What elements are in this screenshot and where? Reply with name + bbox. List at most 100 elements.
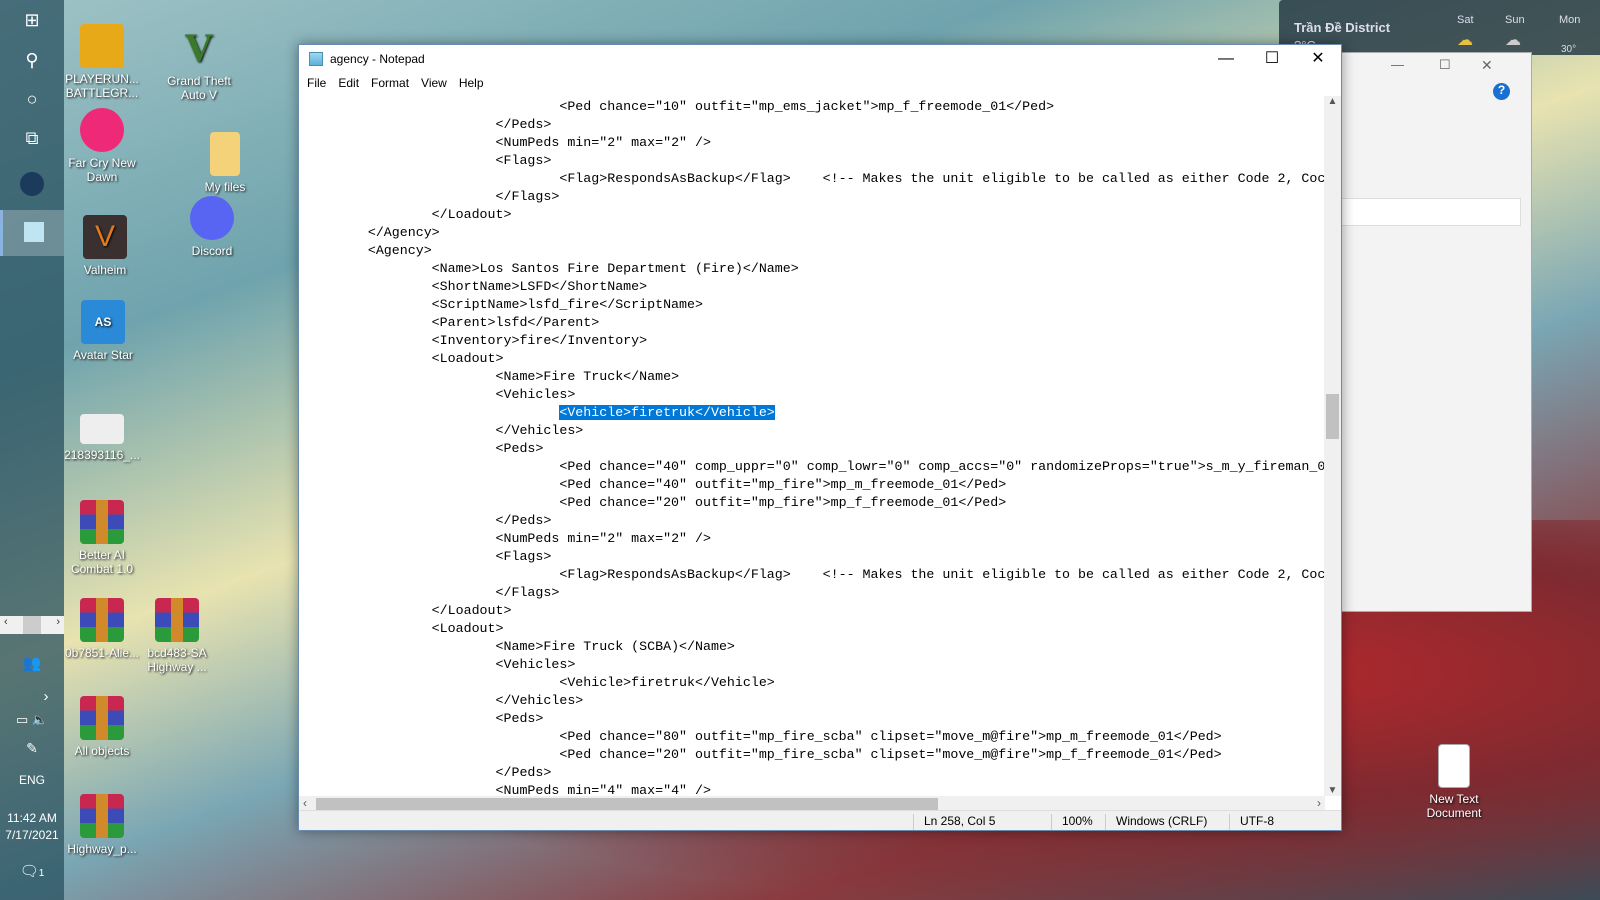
icon-label: Discord [191,244,233,258]
scroll-right-icon[interactable]: › [1317,796,1321,810]
menu-bar: File Edit Format View Help [299,73,1341,95]
pen-icon[interactable]: ✎ [0,740,64,757]
title-bar: agency - Notepad [299,45,1341,73]
code-line: </Vehicles> [304,693,584,708]
selected-text[interactable]: <Vehicle>firetruk</Vehicle> [559,405,775,420]
code-line: </Flags> [304,189,560,204]
clock-date[interactable]: 7/17/2021 [0,828,64,842]
address-field[interactable] [1331,198,1521,226]
desktop-icon-discord[interactable]: Discord [170,196,254,258]
forecast-day: Mon [1559,14,1581,26]
code-line: <Agency> [304,243,432,258]
menu-help[interactable]: Help [453,73,490,95]
desktop-icon-farcry[interactable]: Far Cry New Dawn [60,108,144,184]
code-line: <Name>Fire Truck (SCBA)</Name> [304,639,735,654]
code-line: <ScriptName>lsfd_fire</ScriptName> [304,297,703,312]
text-editor[interactable]: <Ped chance="10" outfit="mp_ems_jacket">… [299,96,1325,796]
vertical-scroll-thumb[interactable] [1326,394,1339,439]
icon-label: My files [204,180,246,194]
code-line: <Flags> [304,153,552,168]
partly-cloudy-icon: ☁ [1457,32,1473,49]
icon-label: Highway_p... [67,842,137,856]
volume-icon[interactable]: ▭ 🔈 [0,712,64,728]
code-line: </Flags> [304,585,560,600]
farcry-icon [80,108,124,152]
code-line: <NumPeds min="2" max="2" /> [304,135,711,150]
help-icon[interactable]: ? [1493,83,1510,100]
background-window[interactable]: — ☐ ✕ ? [1330,52,1532,612]
desktop-icon-0b7851[interactable]: 0b7851-Alie... [60,598,144,660]
steam-icon[interactable] [0,172,64,201]
close-button[interactable]: ✕ [1295,45,1341,73]
desktop-icon-new-text-document[interactable]: New Text Document [1412,744,1496,820]
code-line: <Ped chance="40" comp_uppr="0" comp_lowr… [304,459,1325,474]
windows-start-icon[interactable]: ⊞ [0,10,64,31]
scroll-down-icon[interactable]: ▼ [1324,785,1341,796]
notepad-icon [309,52,323,66]
desktop-icon-gta5[interactable]: V Grand Theft Auto V [157,26,241,103]
maximize-button[interactable]: ☐ [1249,45,1295,73]
icon-label: New Text Document [1426,792,1482,820]
people-icon[interactable]: 👥 [0,654,64,672]
icon-label: Better AI Combat 1.0 [70,548,134,576]
code-line: <Ped chance="80" outfit="mp_fire_scba" c… [304,729,1222,744]
cortana-icon[interactable]: ○ [0,89,64,110]
window-title: agency - Notepad [330,52,425,66]
icon-label: Grand Theft Auto V [167,74,231,102]
code-line: <NumPeds min="2" max="2" /> [304,531,711,546]
pubg-icon [80,24,124,68]
notifications-icon[interactable]: 🗨1 [0,862,64,880]
task-view-icon[interactable]: ⧉ [0,128,64,149]
desktop-icon-avatar-star[interactable]: AS Avatar Star [61,300,145,362]
code-line: <Peds> [304,711,544,726]
winrar-icon [80,598,124,642]
code-line: <Vehicles> [304,387,576,402]
icon-label: All objects [74,744,130,758]
desktop-icon-pubg[interactable]: PLAYERUN... BATTLEGR... [60,24,144,100]
desktop-icon-bcd483[interactable]: bcd483-SA Highway ... [135,598,219,674]
desktop-icon-screenshot[interactable]: 218393116_... [60,414,144,462]
avatar-star-icon: AS [81,300,125,344]
search-icon[interactable]: ⚲ [0,50,64,71]
desktop-icon-highway[interactable]: Highway_p... [60,794,144,856]
taskbar-scrollbar[interactable]: ‹ › [0,616,64,634]
menu-view[interactable]: View [415,73,453,95]
cursor-position: Ln 258, Col 5 [913,814,995,830]
minimize-button[interactable]: — [1203,45,1249,73]
code-line: <Loadout> [304,621,504,636]
code-line: <Flags> [304,549,552,564]
code-line: </Vehicles> [304,423,584,438]
desktop-icon-valheim[interactable]: V Valheim [63,215,147,277]
menu-edit[interactable]: Edit [332,73,365,95]
minimize-icon[interactable]: — [1391,57,1404,72]
menu-format[interactable]: Format [365,73,415,95]
winrar-icon [80,696,124,740]
storm-cloud-icon: ☁ [1505,32,1521,49]
desktop-icon-better-ai[interactable]: Better AI Combat 1.0 [60,500,144,576]
menu-file[interactable]: File [301,73,332,95]
scroll-up-icon[interactable]: ▲ [1324,96,1341,107]
icon-label: Avatar Star [73,348,133,362]
language-indicator[interactable]: ENG [0,773,64,787]
desktop-icon-my-files[interactable]: My files [183,132,267,194]
code-line: <Peds> [304,441,544,456]
icon-label: bcd483-SA Highway ... [147,646,207,674]
code-line: <Loadout> [304,351,504,366]
code-line: <Name>Fire Truck</Name> [304,369,680,384]
icon-label: PLAYERUN... BATTLEGR... [65,72,139,100]
maximize-icon[interactable]: ☐ [1439,57,1451,73]
code-line: <NumPeds min="4" max="4" /> [304,783,711,796]
icon-label: Far Cry New Dawn [68,156,136,184]
code-line: <Flag>RespondsAsBackup</Flag> <!-- Makes… [304,171,1325,186]
close-icon[interactable]: ✕ [1481,57,1493,74]
forecast-day: Sun [1505,14,1525,26]
icon-label: 218393116_... [64,448,140,462]
scroll-left-icon[interactable]: ‹ [303,796,307,810]
vertical-scrollbar[interactable]: ▲ ▼ [1324,96,1341,796]
encoding: UTF-8 [1229,814,1274,830]
clock-time[interactable]: 11:42 AM [0,811,64,825]
desktop-icon-all-objects[interactable]: All objects [60,696,144,758]
notepad-taskbar-icon[interactable] [0,210,64,256]
line-ending: Windows (CRLF) [1105,814,1207,830]
weather-location: Trần Đề District [1294,20,1391,35]
